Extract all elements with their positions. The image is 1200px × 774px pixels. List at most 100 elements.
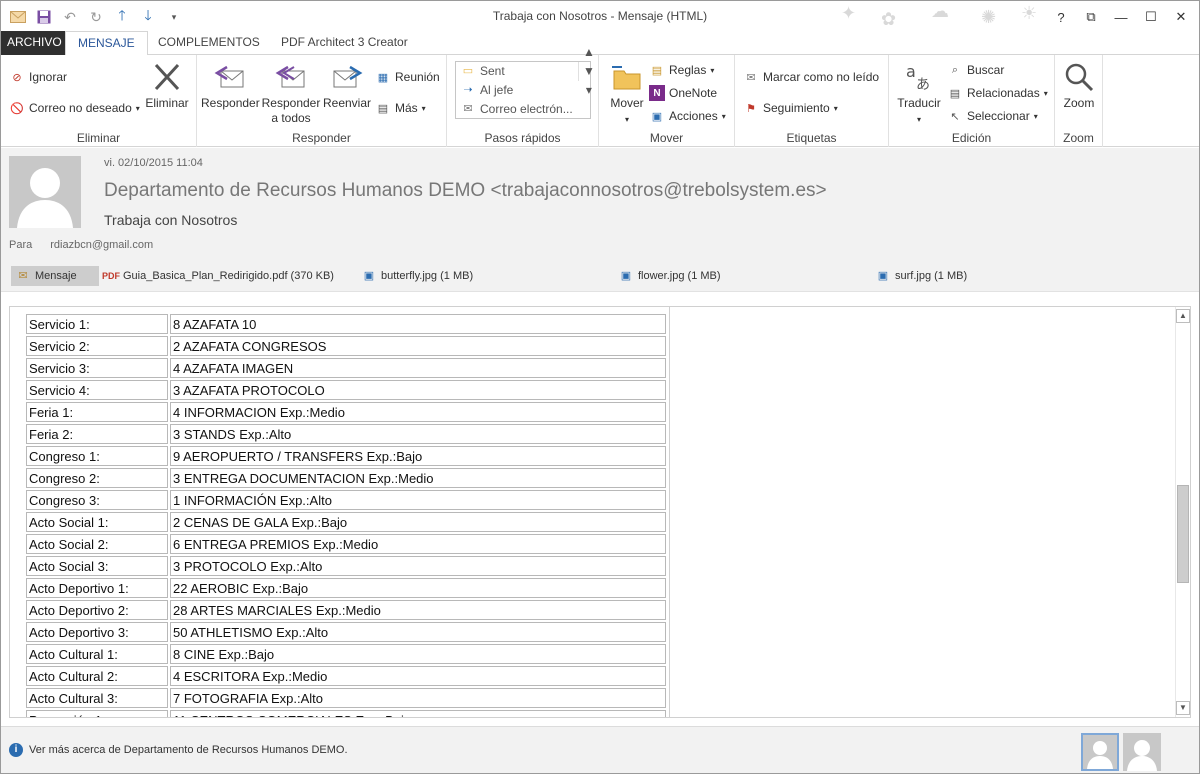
people-avatar-2[interactable] <box>1123 733 1161 771</box>
quick-step-al-jefe[interactable]: ➝ Al jefe <box>456 81 590 100</box>
zoom-button[interactable]: Zoom <box>1057 61 1101 111</box>
person-icon <box>9 156 81 228</box>
table-row: Acto Social 3: 3 PROTOCOLO Exp.:Alto <box>26 556 666 576</box>
responder-a-todos-button[interactable]: Responder a todos <box>261 61 321 126</box>
table-row: Feria 2: 3 STANDS Exp.:Alto <box>26 424 666 444</box>
group-eliminar: ⊘ Ignorar 🚫 Correo no deseado ▾ Eliminar El… <box>1 55 197 147</box>
table-row: Acto Deportivo 3: 50 ATHLETISMO Exp.:Alto <box>26 622 666 642</box>
vertical-scrollbar[interactable]: ▲ ▼ <box>1175 307 1190 717</box>
sender-address[interactable]: Departamento de Recursos Humanos DEMO <t… <box>104 180 827 202</box>
people-info[interactable]: i Ver más acerca de Departamento de Recur… <box>9 743 348 757</box>
service-value-cell: 50 ATHLETISMO Exp.:Alto <box>170 622 666 642</box>
minimize-button[interactable]: — <box>1109 7 1133 27</box>
mover-button[interactable]: Mover ▾ <box>605 61 649 127</box>
acciones-button[interactable]: ▣ Acciones ▾ <box>649 108 726 124</box>
quick-steps-gallery: ▭Sent ➝Al jefe ✉Correo electrón... ▲▼▾ <box>455 45 595 119</box>
sender-avatar[interactable] <box>9 156 81 228</box>
group-label-mover: Mover <box>649 131 684 145</box>
service-value-cell: 11 CENTROS COMERCIALES Exp.:Bajo <box>170 710 666 717</box>
attachment-butterfly[interactable]: ▣ butterfly.jpg (1 MB) <box>361 266 473 286</box>
ignorar-button[interactable]: ⊘ Ignorar <box>9 69 67 85</box>
attachment-pdf[interactable]: PDF Guia_Basica_Plan_Redirigido.pdf (370 … <box>102 266 334 286</box>
reunion-button[interactable]: ▦ Reunión <box>375 69 440 85</box>
theme-decoration: ✦ ✿ ☁ ✺ ☀ <box>841 1 1038 29</box>
service-value-cell: 3 STANDS Exp.:Alto <box>170 424 666 444</box>
attachment-message[interactable]: ✉ Mensaje <box>11 266 99 286</box>
binoculars-icon: ⌕ <box>951 63 959 76</box>
attachment-surf[interactable]: ▣ surf.jpg (1 MB) <box>875 266 967 286</box>
close-button[interactable]: ✕ <box>1169 7 1193 27</box>
arrow-right-icon: ➝ <box>463 84 473 96</box>
ribbon-display-icon[interactable]: ⧉ <box>1079 7 1103 27</box>
tab-pdf-architect[interactable]: PDF Architect 3 Creator <box>269 31 420 55</box>
message-subject: Trabaja con Nosotros <box>104 212 238 228</box>
service-value-cell: 3 ENTREGA DOCUMENTACION Exp.:Medio <box>170 468 666 488</box>
reglas-button[interactable]: ▤ Reglas ▾ <box>649 62 715 78</box>
group-mover: Mover ▾ ▤ Reglas ▾ N OneNote ▣ Acciones ▾ Move… <box>599 55 735 147</box>
magnifier-icon <box>1065 63 1094 92</box>
reenviar-button[interactable]: Reenviar <box>321 61 373 111</box>
forward-icon <box>333 65 363 88</box>
seleccionar-button[interactable]: ↖ Seleccionar ▾ <box>947 108 1037 124</box>
image-file-icon: ▣ <box>877 270 889 282</box>
tab-archivo[interactable]: ARCHIVO <box>1 31 68 55</box>
message-body: Servicio 1: 8 AZAFATA 10 Servicio 2: 2 AZAF… <box>9 306 1191 718</box>
tab-mensaje[interactable]: MENSAJE <box>65 31 148 56</box>
seguimiento-button[interactable]: ⚑ Seguimiento ▾ <box>743 100 838 116</box>
quick-steps-scroll[interactable]: ▲▼▾ <box>578 45 595 97</box>
table-row: Servicio 3: 4 AZAFATA IMAGEN <box>26 358 666 378</box>
responder-button[interactable]: Responder <box>201 61 260 111</box>
scroll-down-icon[interactable]: ▼ <box>1176 701 1190 715</box>
service-label-cell: Congreso 2: <box>26 468 168 488</box>
table-row: Acto Deportivo 2: 28 ARTES MARCIALES Exp.… <box>26 600 666 620</box>
image-file-icon: ▣ <box>620 270 632 282</box>
table-row: Acto Deportivo 1: 22 AEROBIC Exp.:Bajo <box>26 578 666 598</box>
service-label-cell: Acto Social 1: <box>26 512 168 532</box>
group-zoom: Zoom Zoom <box>1055 55 1103 147</box>
meeting-icon: ▦ <box>377 71 389 84</box>
buscar-button[interactable]: ⌕ Buscar <box>947 62 1004 78</box>
cursor-icon: ↖ <box>950 110 960 123</box>
traducir-button[interactable]: aあ Traducir ▾ <box>893 61 945 127</box>
service-label-cell: Feria 1: <box>26 402 168 422</box>
service-value-cell: 2 CENAS DE GALA Exp.:Bajo <box>170 512 666 532</box>
maximize-button[interactable]: ☐ <box>1139 7 1163 27</box>
message-date: vi. 02/10/2015 11:04 <box>104 157 203 169</box>
marcar-no-leido-button[interactable]: ✉ Marcar como no leído <box>743 69 879 85</box>
scroll-up-icon[interactable]: ▲ <box>1176 309 1190 323</box>
attachments-bar: ✉ Mensaje PDF Guia_Basica_Plan_Redirigido.… <box>1 258 1199 292</box>
service-label-cell: Feria 2: <box>26 424 168 444</box>
mas-button[interactable]: ▤ Más ▾ <box>375 100 426 116</box>
table-row: Congreso 1: 9 AEROPUERTO / TRANSFERS Exp.… <box>26 446 666 466</box>
attachment-flower[interactable]: ▣ flower.jpg (1 MB) <box>618 266 721 286</box>
ribbon-tabs: ARCHIVO MENSAJE COMPLEMENTOS PDF Archite… <box>1 31 1199 56</box>
quick-step-sent[interactable]: ▭ Sent <box>456 62 590 81</box>
scroll-thumb[interactable] <box>1177 485 1189 583</box>
content-divider <box>669 307 670 717</box>
person-icon <box>1083 735 1117 769</box>
help-icon[interactable]: ? <box>1049 7 1073 27</box>
tab-complementos[interactable]: COMPLEMENTOS <box>146 31 272 55</box>
service-value-cell: 3 PROTOCOLO Exp.:Alto <box>170 556 666 576</box>
mail-icon: ✉ <box>463 103 473 115</box>
onenote-icon: N <box>649 85 665 101</box>
onenote-button[interactable]: N OneNote <box>649 85 717 101</box>
group-etiquetas: ✉ Marcar como no leído ⚑ Seguimiento ▾ Etiq… <box>735 55 889 147</box>
correo-no-deseado-button[interactable]: 🚫 Correo no deseado ▾ <box>9 100 140 116</box>
image-file-icon: ▣ <box>363 270 375 282</box>
table-row: Acto Cultural 1: 8 CINE Exp.:Bajo <box>26 644 666 664</box>
relacionadas-button[interactable]: ▤ Relacionadas ▾ <box>947 85 1048 101</box>
service-label-cell: Servicio 3: <box>26 358 168 378</box>
reply-icon <box>214 65 244 88</box>
to-address[interactable]: rdiazbcn@gmail.com <box>50 239 153 251</box>
pdf-icon: PDF <box>102 271 120 281</box>
envelope-icon: ✉ <box>18 270 28 282</box>
table-row: Servicio 4: 3 AZAFATA PROTOCOLO <box>26 380 666 400</box>
service-label-cell: Congreso 1: <box>26 446 168 466</box>
more-icon: ▤ <box>377 102 389 115</box>
table-row: Servicio 2: 2 AZAFATA CONGRESOS <box>26 336 666 356</box>
eliminar-button[interactable]: Eliminar <box>145 61 189 111</box>
quick-step-correo-electronico[interactable]: ✉ Correo electrón... <box>456 100 590 119</box>
people-avatar-1[interactable] <box>1081 733 1119 771</box>
outlook-message-window: ↶ ↻ 🡑 🡓 ▾ Trabaja con Nosotros - Mensaje… <box>0 0 1200 774</box>
